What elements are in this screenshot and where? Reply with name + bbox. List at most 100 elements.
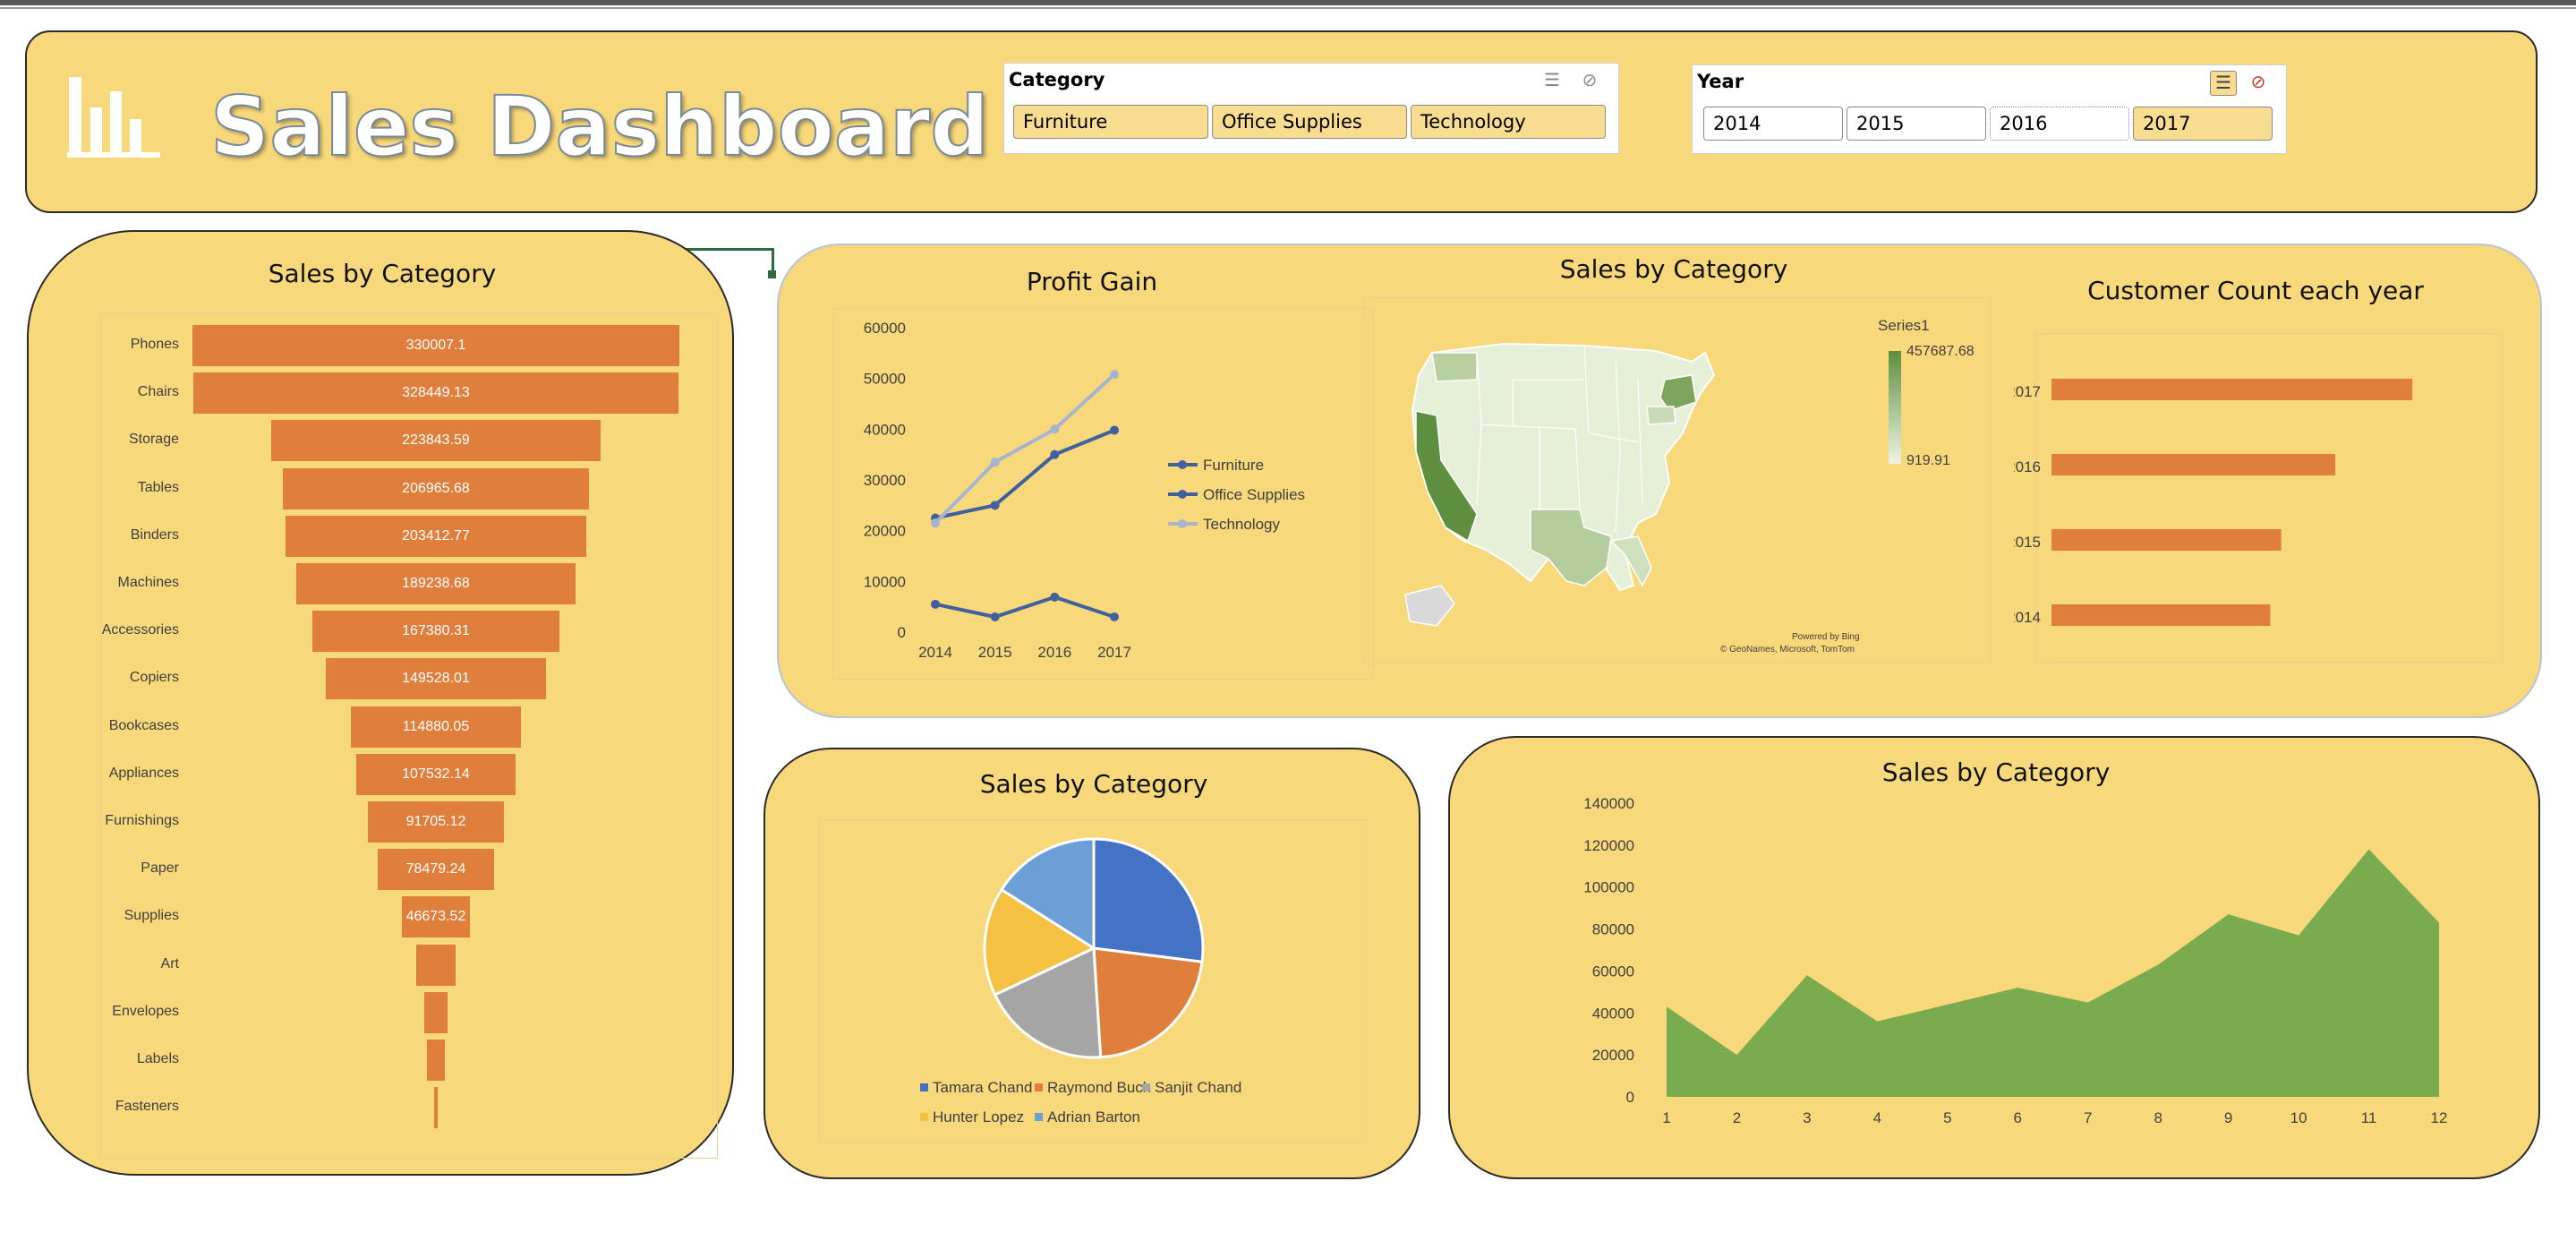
clear-filter-icon[interactable]: ⊘ xyxy=(1577,69,1602,92)
profit-x-tick-label: 2017 xyxy=(1097,644,1131,661)
area-chart-panel: Sales by Category 0 20000 40000 60000 80000 1… xyxy=(1448,736,2540,1179)
slicer-item-2014[interactable]: 2014 xyxy=(1703,107,1843,141)
customer-y-tick-label: 2014 xyxy=(2014,609,2041,626)
area-y-tick-label: 100000 xyxy=(1583,879,1634,896)
funnel-category-label: Appliances xyxy=(108,765,179,781)
map-credit-bing: Powered by Bing xyxy=(1792,632,1860,642)
funnel-bar: 149528.01 xyxy=(325,658,547,700)
profit-y-tick-label: 40000 xyxy=(864,421,906,438)
pie-legend-swatch xyxy=(920,1083,928,1091)
profit-point-furniture xyxy=(1110,612,1119,621)
window-top-border xyxy=(0,0,2576,5)
area-y-tick-label: 40000 xyxy=(1592,1005,1634,1022)
year-slicer: Year ☰ ⊘ 2014 2015 2016 2017 xyxy=(1692,64,2287,154)
area-chart: 0 20000 40000 60000 80000 100000 120000 140000 1… xyxy=(1583,795,2448,1126)
profit-legend-marker xyxy=(1178,519,1187,528)
cell-selection-handle xyxy=(768,270,776,278)
profit-y-tick-label: 0 xyxy=(898,624,906,641)
area-x-tick-label: 11 xyxy=(2361,1109,2377,1126)
area-x-tick-label: 9 xyxy=(2224,1109,2232,1126)
profit-legend-label: Furniture xyxy=(1203,457,1264,474)
profit-x-tick-label: 2016 xyxy=(1037,644,1071,661)
funnel-category-label: Labels xyxy=(136,1051,179,1066)
pie-legend-label: Adrian Barton xyxy=(1047,1108,1140,1125)
year-slicer-title: Year xyxy=(1697,71,1744,92)
slicer-item-furniture[interactable]: Furniture xyxy=(1013,105,1208,139)
funnel-category-label: Accessories xyxy=(101,622,179,638)
profit-point-technology xyxy=(990,458,1000,467)
pie-legend-swatch xyxy=(1142,1083,1150,1091)
profit-point-technology xyxy=(1110,370,1119,380)
profit-series-line-office-supplies xyxy=(934,428,1115,520)
pie-chart-panel: Sales by Category Tamara Chand Raymond Bu… xyxy=(763,748,1420,1179)
slicer-item-2017[interactable]: 2017 xyxy=(2133,107,2273,141)
profit-legend-marker xyxy=(1178,460,1187,469)
customer-bar xyxy=(2051,529,2282,551)
pie-legend-label: Raymond Buch xyxy=(1047,1079,1151,1096)
area-y-tick-label: 20000 xyxy=(1592,1047,1634,1064)
funnel-category-label: Tables xyxy=(137,479,179,495)
profit-series-line-furniture xyxy=(934,595,1115,620)
area-x-tick-label: 10 xyxy=(2290,1109,2307,1126)
pie-legend-swatch xyxy=(1035,1083,1043,1091)
profit-point-office-supplies xyxy=(1110,425,1119,435)
pie-legend-swatch xyxy=(1035,1113,1043,1121)
profit-x-tick-label: 2015 xyxy=(978,644,1012,661)
slicer-item-2016[interactable]: 2016 xyxy=(1990,107,2129,141)
funnel-bar: 203412.77 xyxy=(286,515,586,557)
area-x-tick-label: 6 xyxy=(2014,1109,2022,1126)
area-y-tick-label: 80000 xyxy=(1592,921,1634,938)
area-x-tick-label: 5 xyxy=(1943,1109,1951,1126)
funnel-category-label: Storage xyxy=(128,432,179,448)
pie-legend-swatch xyxy=(920,1113,928,1121)
map-region-alaska xyxy=(1404,585,1455,627)
page-title: Sales Dashboard xyxy=(209,78,990,175)
funnel-category-label: Art xyxy=(160,955,179,971)
funnel-bar: 330007.1 xyxy=(192,325,679,366)
area-x-tick-label: 2 xyxy=(1733,1109,1741,1126)
profit-legend-marker xyxy=(1178,490,1187,499)
area-x-tick-label: 3 xyxy=(1803,1109,1811,1126)
funnel-bar: 189238.68 xyxy=(296,563,576,604)
slicer-item-2015[interactable]: 2015 xyxy=(1847,107,1986,141)
profit-point-technology xyxy=(931,518,940,528)
funnel-chart-panel: Sales by Category Phones 330007.1 Chairs 32… xyxy=(27,230,734,1176)
bar-chart-icon xyxy=(67,77,160,158)
customer-y-tick-label: 2016 xyxy=(2014,458,2041,475)
profit-line-chart: 0 10000 20000 30000 40000 50000 60000 2014 2015 2… xyxy=(864,320,1305,661)
funnel-bar: 78479.24 xyxy=(378,849,494,891)
area-series-fill xyxy=(1667,849,2439,1097)
multi-select-icon[interactable]: ☰ xyxy=(1540,69,1565,92)
profit-point-office-supplies xyxy=(990,501,1000,510)
funnel-category-label: Envelopes xyxy=(112,1003,179,1019)
funnel-category-label: Supplies xyxy=(124,908,179,924)
funnel-bar xyxy=(426,1040,446,1081)
category-slicer-title: Category xyxy=(1009,69,1105,90)
funnel-bar xyxy=(433,1087,439,1129)
area-y-tick-label: 0 xyxy=(1626,1089,1634,1106)
us-filled-map xyxy=(1404,342,1716,627)
map-region-washington xyxy=(1431,352,1478,382)
funnel-bar: 167380.31 xyxy=(312,611,559,653)
multi-select-icon[interactable]: ☰ xyxy=(2210,71,2237,96)
customer-bar xyxy=(2051,454,2336,475)
map-legend-max: 457687.68 xyxy=(1906,344,1975,359)
area-x-tick-label: 12 xyxy=(2431,1109,2448,1126)
funnel-bar xyxy=(415,944,456,986)
funnel-category-label: Fasteners xyxy=(115,1099,179,1115)
profit-point-furniture xyxy=(1050,592,1060,602)
slicer-item-technology[interactable]: Technology xyxy=(1411,105,1606,139)
area-x-tick-label: 4 xyxy=(1873,1109,1881,1126)
category-slicer: Category ☰ ⊘ Furniture Office Supplies T… xyxy=(1003,63,1619,154)
funnel-bar: 107532.14 xyxy=(356,753,516,795)
clear-filter-icon[interactable]: ⊘ xyxy=(2246,71,2271,94)
funnel-category-label: Furnishings xyxy=(105,813,179,828)
customer-y-tick-label: 2017 xyxy=(2014,383,2041,400)
area-y-tick-label: 120000 xyxy=(1583,837,1634,854)
funnel-bar: 91705.12 xyxy=(368,801,504,843)
funnel-category-label: Machines xyxy=(117,575,179,590)
top-charts-panel: Profit Gain 0 10000 20000 30000 40000 50000 60… xyxy=(777,244,2542,718)
profit-y-tick-label: 50000 xyxy=(864,371,906,388)
slicer-item-office-supplies[interactable]: Office Supplies xyxy=(1212,105,1407,139)
map-chart-title: Sales by Category xyxy=(1559,254,1788,284)
